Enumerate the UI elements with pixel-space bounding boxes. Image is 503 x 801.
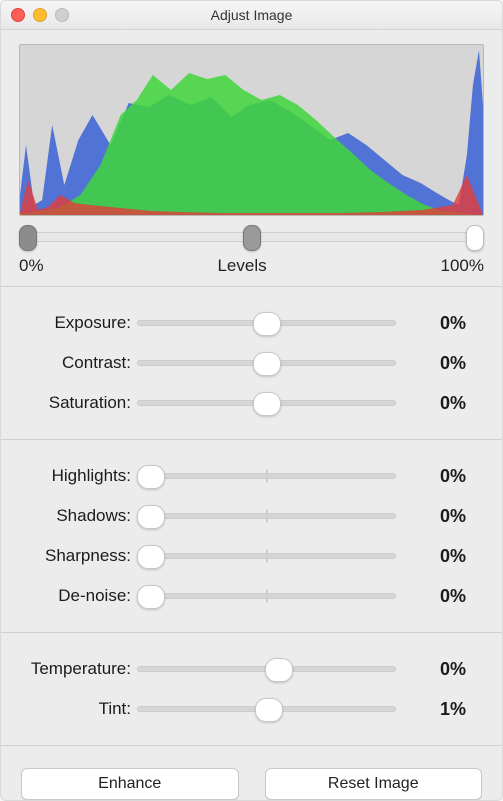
slider-thumb[interactable] [253,312,281,336]
highlights-slider-label: Highlights: [1,466,137,486]
slider-group-basic: Exposure: 0% Contrast: 0% Saturation: 0% [1,297,502,429]
levels-left-label: 0% [19,256,44,276]
shadows-slider-row: Shadows: 0% [1,496,484,536]
levels-white-point-thumb[interactable] [466,225,484,251]
reset-image-button-label: Reset Image [328,775,419,793]
slider-group-detail: Highlights:0%Shadows:0%Sharpness:0%De-no… [1,450,502,622]
levels-mid-point-thumb[interactable] [243,225,261,251]
exposure-slider-label: Exposure: [1,313,137,333]
levels-labels: 0% Levels 100% [19,256,484,276]
levels-right-label: 100% [441,256,484,276]
divider [1,439,502,440]
exposure-slider-row: Exposure: 0% [1,303,484,343]
temperature-slider-row: Temperature: 0% [1,649,484,689]
contrast-slider[interactable] [137,351,396,375]
minimize-window-button[interactable] [33,8,47,22]
levels-black-point-thumb[interactable] [19,225,37,251]
tint-slider-label: Tint: [1,699,137,719]
slider-center-tick [266,589,268,603]
contrast-slider-value: 0% [396,353,484,374]
tint-slider-row: Tint: 1% [1,689,484,729]
tint-slider[interactable] [137,697,396,721]
exposure-slider[interactable] [137,311,396,335]
window-title: Adjust Image [1,7,502,23]
shadows-slider[interactable] [137,504,396,528]
highlights-slider[interactable] [137,464,396,488]
sharpness-slider-row: Sharpness: 0% [1,536,484,576]
saturation-slider-row: Saturation: 0% [1,383,484,423]
temperature-slider-label: Temperature: [1,659,137,679]
slider-thumb[interactable] [253,352,281,376]
highlights-slider-row: Highlights: 0% [1,456,484,496]
divider [1,632,502,633]
exposure-slider-value: 0% [396,313,484,334]
slider-thumb[interactable] [137,545,165,569]
slider-thumb[interactable] [137,505,165,529]
zoom-window-button [55,8,69,22]
button-row: Enhance Reset Image [1,756,502,801]
saturation-slider-value: 0% [396,393,484,414]
denoise-slider-value: 0% [396,586,484,607]
sharpness-slider-label: Sharpness: [1,546,137,566]
shadows-slider-label: Shadows: [1,506,137,526]
highlights-slider-value: 0% [396,466,484,487]
divider [1,745,502,746]
saturation-slider-label: Saturation: [1,393,137,413]
enhance-button[interactable]: Enhance [21,768,239,800]
slider-thumb[interactable] [137,465,165,489]
sharpness-slider[interactable] [137,544,396,568]
close-window-button[interactable] [11,8,25,22]
slider-group-color: Temperature: 0% Tint: 1% [1,643,502,735]
denoise-slider[interactable] [137,584,396,608]
reset-image-button[interactable]: Reset Image [265,768,483,800]
levels-slider[interactable] [19,222,484,252]
slider-thumb[interactable] [265,658,293,682]
contrast-slider-label: Contrast: [1,353,137,373]
enhance-button-label: Enhance [98,775,161,793]
levels-center-label: Levels [217,256,266,276]
temperature-slider-value: 0% [396,659,484,680]
contrast-slider-row: Contrast: 0% [1,343,484,383]
adjust-image-window: Adjust Image 0% Levels [0,0,503,801]
sharpness-slider-value: 0% [396,546,484,567]
shadows-slider-value: 0% [396,506,484,527]
slider-center-tick [266,469,268,483]
histogram [19,44,484,216]
titlebar[interactable]: Adjust Image [1,1,502,30]
slider-thumb[interactable] [255,698,283,722]
denoise-slider-row: De-noise: 0% [1,576,484,616]
tint-slider-value: 1% [396,699,484,720]
window-controls [11,8,69,22]
temperature-slider[interactable] [137,657,396,681]
slider-thumb[interactable] [253,392,281,416]
divider [1,286,502,287]
slider-thumb[interactable] [137,585,165,609]
histogram-svg [20,45,483,215]
slider-center-tick [266,509,268,523]
saturation-slider[interactable] [137,391,396,415]
panel-body: 0% Levels 100% Exposure:0%Contrast:0%Sat… [1,30,502,801]
denoise-slider-label: De-noise: [1,586,137,606]
slider-center-tick [266,549,268,563]
